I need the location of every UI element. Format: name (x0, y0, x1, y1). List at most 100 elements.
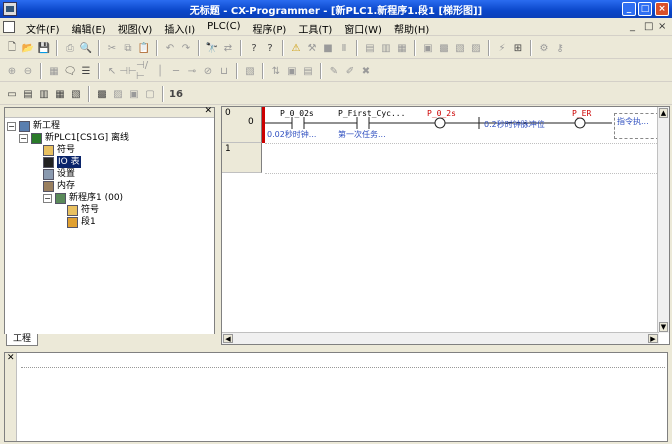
open-icon[interactable]: 📂 (20, 40, 36, 56)
warning-icon[interactable]: ⚠ (288, 40, 304, 56)
force-on-icon[interactable]: ▣ (284, 63, 300, 79)
tree-io-table[interactable]: IO 表 (43, 156, 81, 168)
replace-icon[interactable]: ⇄ (220, 40, 236, 56)
tree-settings[interactable]: 设置 (43, 168, 75, 180)
mdi-minimize-button[interactable]: _ (630, 21, 635, 32)
zoom-in-icon[interactable]: ⊕ (4, 63, 20, 79)
comment-icon[interactable]: 🗨 (62, 63, 78, 79)
connect-icon[interactable]: ⚡ (494, 40, 510, 56)
project-window-icon[interactable]: ▭ (4, 86, 20, 102)
online-icon[interactable]: ▩ (436, 40, 452, 56)
copy-icon[interactable]: ⧉ (120, 40, 136, 56)
help-icon[interactable]: ? (246, 40, 262, 56)
vertical-scrollbar[interactable]: ▲ ▼ (657, 107, 669, 333)
vertical-line-icon[interactable]: │ (152, 63, 168, 79)
memory-icon[interactable]: ▣ (126, 86, 142, 102)
transfer-icon[interactable]: ▥ (378, 40, 394, 56)
scroll-down-icon[interactable]: ▼ (659, 322, 668, 332)
tree-program[interactable]: − 新程序1 (00) (43, 192, 123, 204)
menu-program[interactable]: 程序(P) (246, 18, 292, 36)
tree-plc[interactable]: − 新PLC1[CS1G] 离线 (19, 132, 129, 144)
horizontal-line-icon[interactable]: ─ (168, 63, 184, 79)
download-icon[interactable]: ▨ (468, 40, 484, 56)
paste-icon[interactable]: 📋 (136, 40, 152, 56)
reset-icon[interactable]: ✐ (342, 63, 358, 79)
coil-nc-icon[interactable]: ⊘ (200, 63, 216, 79)
output-window-icon[interactable]: ▤ (20, 86, 36, 102)
symbol-icon[interactable]: ▢ (142, 86, 158, 102)
contact-no-icon[interactable]: ⊣⊢ (119, 63, 136, 79)
offline-icon[interactable]: ▧ (452, 40, 468, 56)
properties-icon[interactable]: ▧ (68, 86, 84, 102)
tool-icon[interactable]: ⚒ (304, 40, 320, 56)
tree-section[interactable]: 段1 (67, 216, 96, 228)
minimize-button[interactable]: _ (622, 2, 636, 16)
pause-icon[interactable]: Ⅱ (336, 40, 352, 56)
monitor-icon[interactable]: ▣ (420, 40, 436, 56)
coil-label[interactable]: P_0_2s (427, 109, 456, 118)
rung-1-header[interactable]: 1 (222, 143, 262, 173)
undo-icon[interactable]: ↶ (162, 40, 178, 56)
hex-display-icon[interactable]: 16 (168, 86, 184, 102)
menu-view[interactable]: 视图(V) (112, 18, 159, 36)
menu-help[interactable]: 帮助(H) (388, 18, 435, 36)
transfer-program-icon[interactable]: ⇅ (268, 63, 284, 79)
save-icon[interactable]: 💾 (36, 40, 52, 56)
tab-project[interactable]: 工程 (6, 334, 39, 346)
output-close-icon[interactable]: ✕ (7, 353, 15, 363)
settings-icon[interactable]: ⚙ (536, 40, 552, 56)
contact-label[interactable]: P_0_02s (280, 109, 314, 118)
redo-icon[interactable]: ↷ (178, 40, 194, 56)
coil-label[interactable]: P_ER (572, 109, 591, 118)
diagram-icon[interactable]: ⊞ (510, 40, 526, 56)
new-icon[interactable]: 🗋 (4, 40, 20, 56)
force-off-icon[interactable]: ▤ (300, 63, 316, 79)
mdi-close-button[interactable]: × (658, 21, 666, 32)
contact-nc-icon[interactable]: ⊣/⊢ (136, 60, 152, 82)
horizontal-scrollbar[interactable]: ◀ ▶ (222, 332, 659, 344)
tree-root[interactable]: − 新工程 (7, 120, 60, 132)
menu-tools[interactable]: 工具(T) (292, 18, 338, 36)
clear-icon[interactable]: ✖ (358, 63, 374, 79)
menu-insert[interactable]: 插入(I) (158, 18, 201, 36)
scroll-left-icon[interactable]: ◀ (223, 334, 233, 343)
collapse-icon[interactable]: − (43, 193, 52, 203)
menu-window[interactable]: 窗口(W) (338, 18, 388, 36)
grid-icon[interactable]: ▦ (46, 63, 62, 79)
scroll-right-icon[interactable]: ▶ (648, 334, 658, 343)
collapse-icon[interactable]: − (19, 133, 28, 143)
print-icon[interactable]: ⎙ (62, 40, 78, 56)
tree-symbols[interactable]: 符号 (43, 144, 75, 156)
list-icon[interactable]: ☰ (78, 63, 94, 79)
online-edit-icon[interactable]: ▧ (242, 63, 258, 79)
print-preview-icon[interactable]: 🔍 (78, 40, 94, 56)
cut-icon[interactable]: ✂ (104, 40, 120, 56)
menu-plc[interactable]: PLC(C) (201, 18, 246, 36)
coil-icon[interactable]: ⊸ (184, 63, 200, 79)
mdi-restore-button[interactable]: □ (644, 21, 653, 32)
key-icon[interactable]: ⚷ (552, 40, 568, 56)
stop-icon[interactable]: ■ (320, 40, 336, 56)
address-ref-icon[interactable]: ▦ (52, 86, 68, 102)
io-table-icon[interactable]: ▨ (110, 86, 126, 102)
collapse-icon[interactable]: − (7, 121, 16, 131)
set-icon[interactable]: ✎ (326, 63, 342, 79)
contact-label[interactable]: P_First_Cyc... (338, 109, 405, 118)
instruction-icon[interactable]: ⊔ (216, 63, 232, 79)
context-help-icon[interactable]: ? (262, 40, 278, 56)
maximize-button[interactable]: □ (638, 2, 652, 16)
document-icon[interactable] (3, 21, 15, 33)
menu-file[interactable]: 文件(F) (20, 18, 66, 36)
instruction-block[interactable]: 指令执... (614, 113, 659, 139)
select-icon[interactable]: ↖ (104, 63, 120, 79)
verify-icon[interactable]: ▦ (394, 40, 410, 56)
cross-ref-icon[interactable]: ▩ (94, 86, 110, 102)
find-icon[interactable]: 🔭 (204, 40, 220, 56)
panel-close-icon[interactable]: ✕ (204, 106, 212, 116)
watch-window-icon[interactable]: ▥ (36, 86, 52, 102)
zoom-out-icon[interactable]: ⊖ (20, 63, 36, 79)
tree-program-symbols[interactable]: 符号 (67, 204, 99, 216)
scroll-up-icon[interactable]: ▲ (659, 108, 668, 118)
menu-edit[interactable]: 编辑(E) (66, 18, 112, 36)
close-button[interactable]: × (655, 2, 669, 16)
